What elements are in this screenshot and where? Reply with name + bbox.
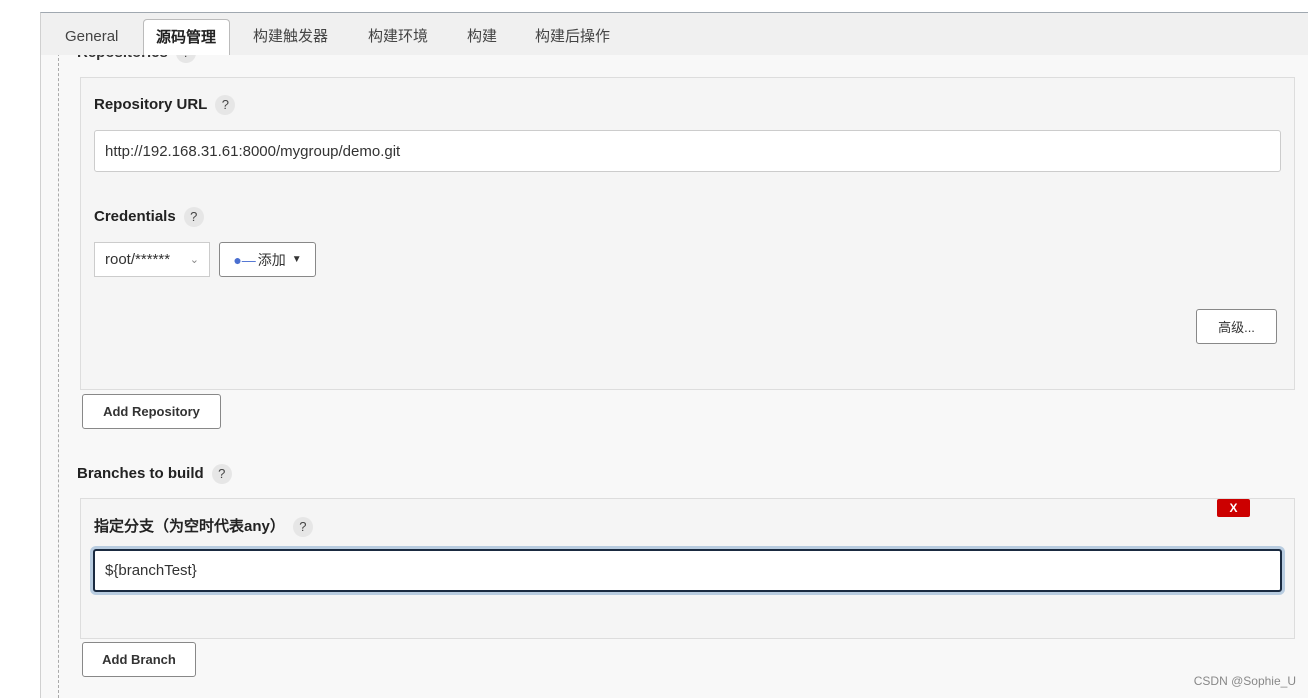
add-branch-button[interactable]: Add Branch <box>82 642 196 677</box>
credentials-label: Credentials? <box>94 207 204 227</box>
repository-url-input[interactable]: http://192.168.31.61:8000/mygroup/demo.g… <box>94 130 1281 172</box>
credentials-select[interactable]: root/****** ⌄ <box>94 242 210 277</box>
help-icon[interactable]: ? <box>183 207 204 227</box>
repository-url-label: Repository URL? <box>94 95 236 115</box>
caret-down-icon: ▼ <box>291 254 302 265</box>
repository-box <box>80 77 1295 390</box>
key-icon: ●— <box>233 251 256 268</box>
help-icon[interactable]: ? <box>215 95 236 115</box>
branches-label: Branches to build? <box>77 464 232 484</box>
tab-scm[interactable]: 源码管理 <box>143 19 230 55</box>
add-repository-button[interactable]: Add Repository <box>82 394 221 429</box>
credentials-value: root/****** <box>105 251 171 268</box>
chevron-down-icon: ⌄ <box>189 254 199 266</box>
tab-build[interactable]: 构建 <box>455 19 509 55</box>
watermark: CSDN @Sophie_U <box>1193 674 1296 688</box>
help-icon[interactable]: ? <box>211 464 232 484</box>
tab-post-build[interactable]: 构建后操作 <box>523 19 622 55</box>
add-credentials-button[interactable]: ●— 添加 ▼ <box>219 242 316 277</box>
tab-bar: General 源码管理 构建触发器 构建环境 构建 构建后操作 <box>41 13 1308 55</box>
section-divider <box>58 53 59 698</box>
branch-specifier-input[interactable]: ${branchTest} <box>93 549 1282 592</box>
advanced-button[interactable]: 高级... <box>1196 309 1277 344</box>
help-icon[interactable]: ? <box>292 517 313 537</box>
tab-triggers[interactable]: 构建触发器 <box>241 19 340 55</box>
tab-general[interactable]: General <box>53 19 130 55</box>
delete-branch-button[interactable]: X <box>1217 499 1250 517</box>
config-panel: General 源码管理 构建触发器 构建环境 构建 构建后操作 Reposit… <box>40 12 1308 698</box>
tab-environment[interactable]: 构建环境 <box>356 19 440 55</box>
branch-specifier-label: 指定分支（为空时代表any）? <box>94 515 313 537</box>
